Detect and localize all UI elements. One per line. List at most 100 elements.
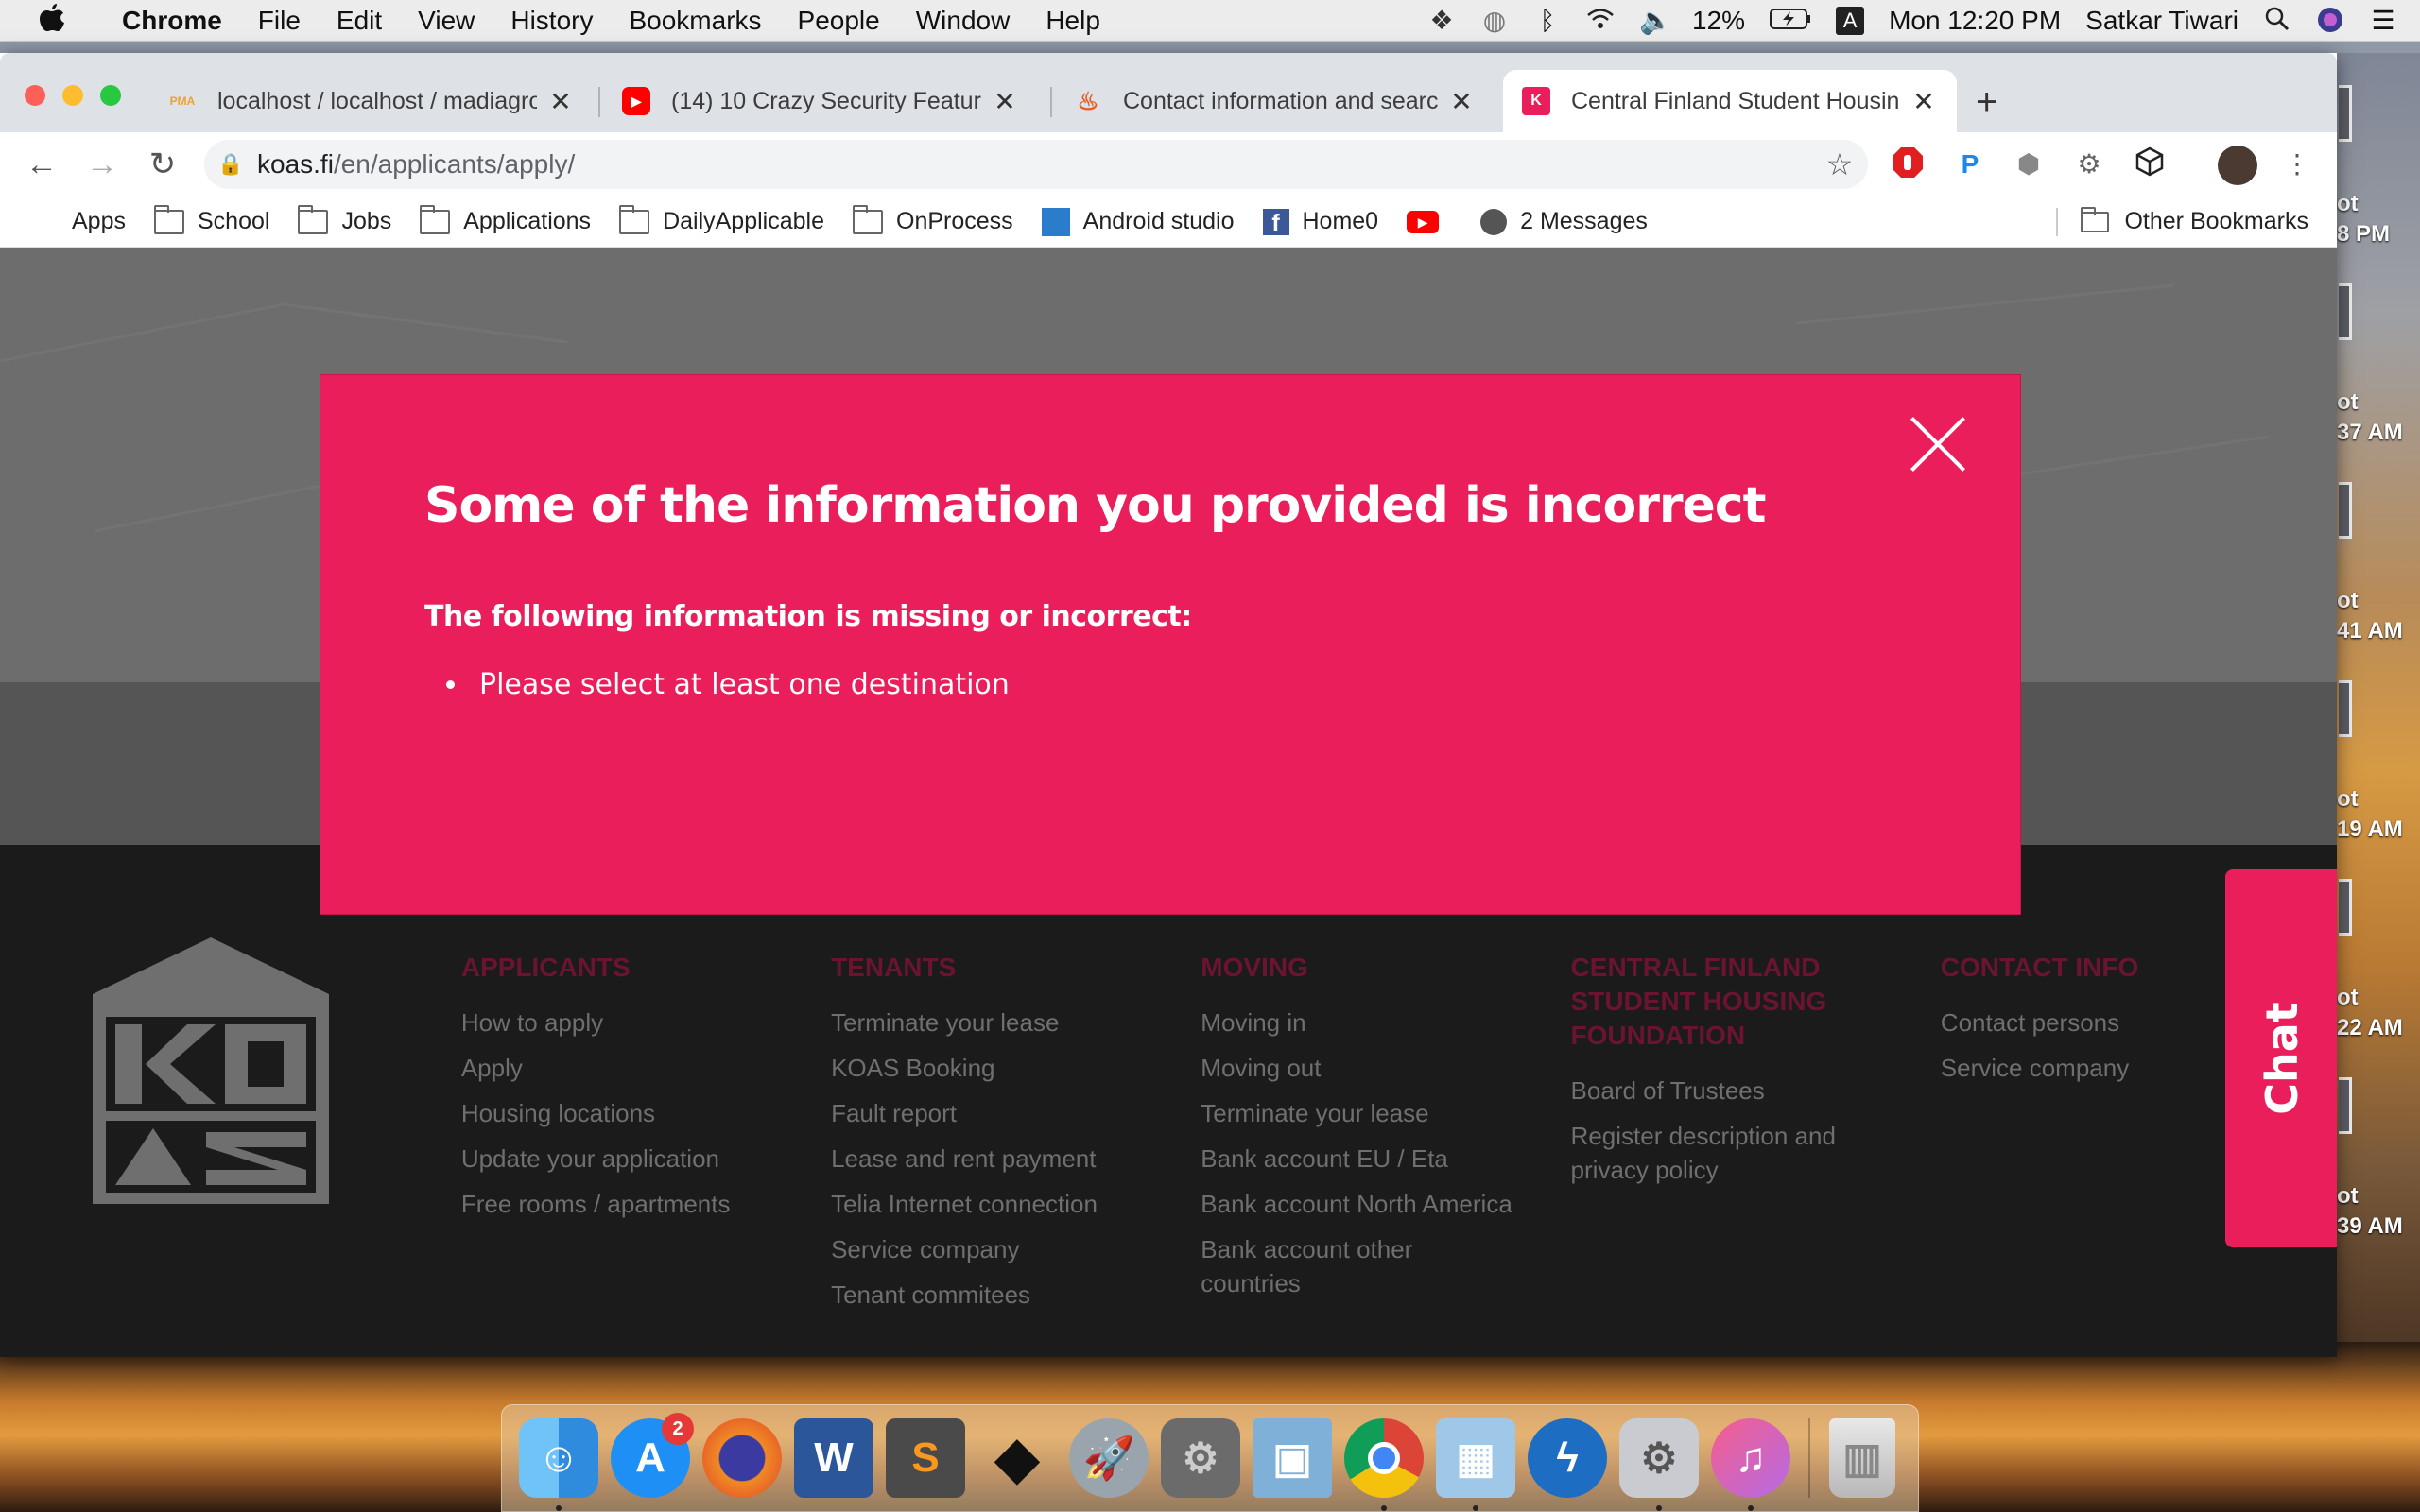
trash-icon[interactable]: ▥: [1829, 1418, 1895, 1498]
bookmark-2-messages[interactable]: 2 Messages: [1480, 208, 1648, 235]
input-source-icon[interactable]: A: [1836, 6, 1865, 35]
tab-koas[interactable]: K Central Finland Student Housing ✕: [1503, 70, 1957, 132]
menu-view[interactable]: View: [400, 6, 493, 36]
reload-icon[interactable]: ↻: [132, 146, 193, 183]
hexagon-extension-icon[interactable]: ⬢: [2010, 146, 2048, 183]
virtualbox-icon[interactable]: ▦: [1436, 1418, 1515, 1511]
desktop-file-label[interactable]: ot 19 AM: [2337, 784, 2420, 845]
tab-close-icon[interactable]: ✕: [546, 86, 575, 117]
menu-history[interactable]: History: [493, 6, 611, 36]
menu-bookmarks[interactable]: Bookmarks: [611, 6, 779, 36]
sublime-text-icon[interactable]: S: [886, 1418, 965, 1498]
chrome-icon[interactable]: [1344, 1418, 1424, 1511]
bookmark-jobs[interactable]: Jobs: [298, 204, 391, 235]
firefox-icon[interactable]: [702, 1418, 782, 1498]
footer-link[interactable]: Moving in: [1201, 1005, 1512, 1040]
footer-link[interactable]: Bank account EU / Eta: [1201, 1142, 1512, 1176]
cube-extension-icon[interactable]: [2131, 146, 2169, 183]
volume-icon[interactable]: 🔈: [1639, 6, 1672, 35]
footer-link[interactable]: Fault report: [831, 1096, 1143, 1130]
desktop-file-label[interactable]: ot 39 AM: [2337, 1181, 2420, 1242]
footer-link[interactable]: Bank account North America: [1201, 1187, 1512, 1221]
footer-link[interactable]: Bank account other countries: [1201, 1232, 1512, 1300]
footer-link[interactable]: Moving out: [1201, 1051, 1512, 1085]
profile-avatar[interactable]: [2218, 146, 2257, 185]
desktop-file-thumbnail[interactable]: [2339, 284, 2352, 340]
adblock-extension-icon[interactable]: [1889, 146, 1927, 183]
close-window-button[interactable]: [25, 85, 45, 106]
tab-close-icon[interactable]: ✕: [1447, 86, 1476, 117]
desktop-file-label[interactable]: ot 37 AM: [2337, 387, 2420, 448]
footer-link[interactable]: Housing locations: [461, 1096, 773, 1130]
footer-link[interactable]: How to apply: [461, 1005, 773, 1040]
desktop-file-thumbnail[interactable]: [2339, 1077, 2352, 1134]
globe-icon[interactable]: ◍: [1480, 6, 1509, 35]
tab-close-icon[interactable]: ✕: [1910, 86, 1938, 117]
menu-edit[interactable]: Edit: [319, 6, 400, 36]
tab-phpmyadmin[interactable]: PMA localhost / localhost / madiagro ✕: [149, 70, 594, 132]
desktop-file-thumbnail[interactable]: [2339, 680, 2352, 737]
footer-link[interactable]: Contact persons: [1941, 1005, 2253, 1040]
menu-file[interactable]: File: [240, 6, 319, 36]
bookmark-youtube[interactable]: ▶: [1407, 210, 1452, 233]
zoom-window-button[interactable]: [100, 85, 121, 106]
desktop-file-thumbnail[interactable]: [2339, 482, 2352, 539]
desktop-file-thumbnail[interactable]: [2339, 879, 2352, 936]
desktop-file-thumbnail[interactable]: [2339, 85, 2352, 142]
chrome-menu-icon[interactable]: ⋮: [2278, 146, 2316, 183]
address-bar[interactable]: 🔒 koas.fi /en/applicants/apply/ ☆: [204, 140, 1868, 189]
footer-link[interactable]: Free rooms / apartments: [461, 1187, 773, 1221]
chat-button[interactable]: Chat: [2225, 869, 2337, 1247]
tab-close-icon[interactable]: ✕: [991, 86, 1019, 117]
footer-link[interactable]: Update your application: [461, 1142, 773, 1176]
system-preferences-icon[interactable]: ⚙: [1161, 1418, 1240, 1498]
vectorize-icon[interactable]: ϟ: [1528, 1418, 1607, 1498]
bookmark-android-studio[interactable]: Android studio: [1041, 207, 1235, 236]
dropbox-icon[interactable]: ❖: [1427, 6, 1456, 35]
bookmark-star-icon[interactable]: ☆: [1811, 146, 1868, 182]
footer-link[interactable]: Terminate your lease: [831, 1005, 1143, 1040]
finder-icon[interactable]: ☺: [519, 1418, 598, 1511]
desktop-file-label[interactable]: ot 8 PM: [2337, 189, 2420, 249]
back-icon[interactable]: ←: [11, 146, 72, 183]
menu-app-name[interactable]: Chrome: [104, 6, 240, 36]
menu-people[interactable]: People: [780, 6, 898, 36]
desktop-file-label[interactable]: ot 22 AM: [2337, 983, 2420, 1043]
gear-extension-icon[interactable]: ⚙: [2070, 146, 2108, 183]
other-bookmarks[interactable]: Other Bookmarks: [2056, 206, 2337, 236]
footer-link[interactable]: Apply: [461, 1051, 773, 1085]
settings-icon[interactable]: ⚙: [1619, 1418, 1699, 1511]
bookmark-dailyapplicable[interactable]: DailyApplicable: [619, 204, 824, 235]
tab-youtube[interactable]: ▶ (14) 10 Crazy Security Features ✕: [603, 70, 1038, 132]
battery-icon[interactable]: [1770, 6, 1811, 36]
desktop-file-label[interactable]: ot 41 AM: [2337, 586, 2420, 646]
preview-icon[interactable]: ▣: [1253, 1418, 1332, 1498]
siri-icon[interactable]: [2316, 7, 2344, 35]
wifi-icon[interactable]: [1586, 7, 1615, 35]
itunes-icon[interactable]: ♫: [1711, 1418, 1790, 1511]
footer-link[interactable]: Service company: [1941, 1051, 2253, 1085]
koas-logo[interactable]: [93, 937, 329, 1209]
bluetooth-icon[interactable]: ᛒ: [1533, 6, 1562, 35]
footer-link[interactable]: Terminate your lease: [1201, 1096, 1512, 1130]
bookmark-apps[interactable]: Apps: [28, 208, 126, 235]
bookmark-school[interactable]: School: [153, 204, 269, 235]
footer-link[interactable]: Lease and rent payment: [831, 1142, 1143, 1176]
forward-icon[interactable]: →: [72, 146, 132, 183]
apple-icon[interactable]: [0, 2, 104, 40]
footer-link[interactable]: Register description and privacy policy: [1571, 1119, 1883, 1187]
unity-icon[interactable]: ◆: [977, 1418, 1057, 1498]
clock[interactable]: Mon 12:20 PM: [1889, 6, 2061, 36]
footer-link[interactable]: Telia Internet connection: [831, 1187, 1143, 1221]
new-tab-button[interactable]: +: [1976, 81, 1997, 124]
close-icon[interactable]: [1907, 413, 1969, 475]
bookmark-applications[interactable]: Applications: [420, 204, 591, 235]
footer-link[interactable]: Board of Trustees: [1571, 1074, 1883, 1108]
menu-window[interactable]: Window: [898, 6, 1028, 36]
minimize-window-button[interactable]: [62, 85, 83, 106]
word-icon[interactable]: W: [794, 1418, 873, 1498]
tab-contact-info[interactable]: ♨ Contact information and search ✕: [1055, 70, 1495, 132]
bookmark-onprocess[interactable]: OnProcess: [853, 204, 1013, 235]
pushbullet-extension-icon[interactable]: P: [1951, 146, 1989, 183]
user-name[interactable]: Satkar Tiwari: [2085, 6, 2238, 36]
